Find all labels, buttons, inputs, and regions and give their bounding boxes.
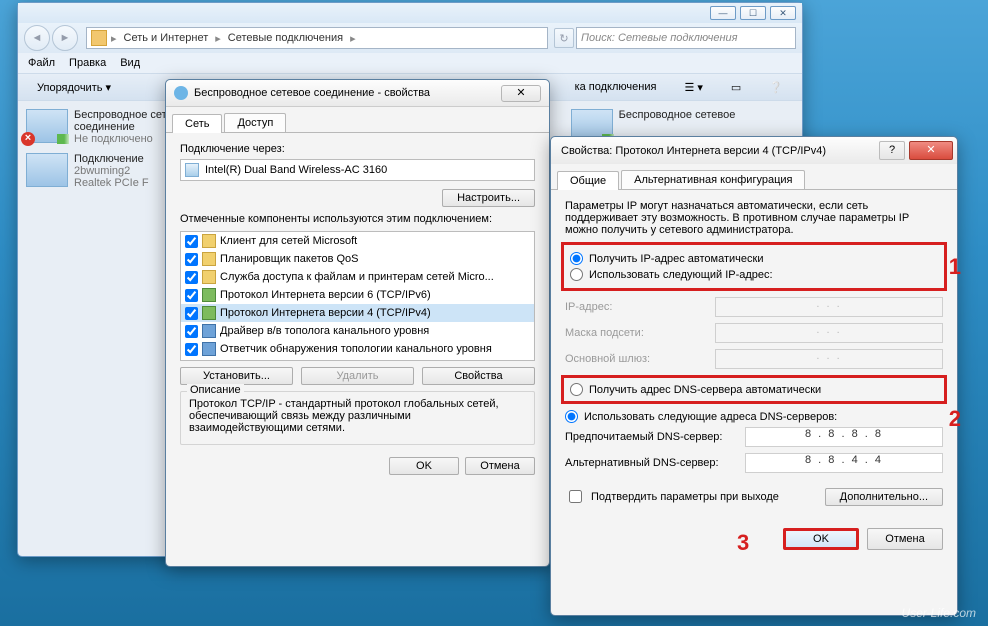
dialog-title: Свойства: Протокол Интернета версии 4 (T… — [561, 145, 826, 157]
folder-icon — [91, 30, 107, 46]
component-icon — [202, 270, 216, 284]
watermark: User-Life.com — [902, 606, 976, 620]
ok-button[interactable]: OK — [389, 457, 459, 475]
validate-checkbox[interactable]: Подтвердить параметры при выходе — [565, 487, 779, 506]
adapter-field: Intel(R) Dual Band Wireless-AC 3160 — [180, 159, 535, 181]
component-checkbox[interactable] — [185, 253, 198, 266]
component-label: Ответчик обнаружения топологии канальног… — [220, 343, 492, 355]
pref-dns-input[interactable]: 8 . 8 . 8 . 8 — [745, 427, 943, 447]
component-item[interactable]: Клиент для сетей Microsoft — [181, 232, 534, 250]
organize-button[interactable]: Упорядочить ▾ — [26, 77, 122, 98]
back-button[interactable]: ◄ — [24, 25, 50, 51]
component-checkbox[interactable] — [185, 325, 198, 338]
intro-text: Параметры IP могут назначаться автоматич… — [565, 200, 943, 236]
component-label: Протокол Интернета версии 4 (TCP/IPv4) — [220, 307, 431, 319]
help-icon[interactable]: ❔ — [758, 77, 794, 98]
ip-address-input: . . . — [715, 297, 943, 317]
menu-view[interactable]: Вид — [120, 57, 140, 69]
cancel-button[interactable]: Отмена — [465, 457, 535, 475]
help-button[interactable]: ? — [879, 141, 905, 160]
alt-dns-input[interactable]: 8 . 8 . 4 . 4 — [745, 453, 943, 473]
mask-input: . . . — [715, 323, 943, 343]
refresh-button[interactable]: ↻ — [554, 28, 574, 48]
preview-pane-button[interactable]: ▭ — [720, 77, 752, 98]
adapter-icon — [185, 163, 199, 177]
navigation-bar: ◄ ► ▸ Сеть и Интернет ▸ Сетевые подключе… — [18, 23, 802, 53]
close-button[interactable]: ✕ — [770, 6, 796, 20]
component-item[interactable]: Протокол Интернета версии 6 (TCP/IPv6) — [181, 286, 534, 304]
tab-alt-config[interactable]: Альтернативная конфигурация — [621, 170, 805, 189]
adapter-properties-dialog: Беспроводное сетевое соединение - свойст… — [165, 79, 550, 567]
component-item[interactable]: Планировщик пакетов QoS — [181, 250, 534, 268]
highlight-2: Получить адрес DNS-сервера автоматически — [561, 375, 947, 404]
annotation-3: 3 — [737, 530, 749, 556]
component-label: Клиент для сетей Microsoft — [220, 235, 357, 247]
ok-button[interactable]: OK — [783, 528, 859, 550]
cancel-button[interactable]: Отмена — [867, 528, 943, 550]
component-checkbox[interactable] — [185, 235, 198, 248]
component-item[interactable]: Протокол Интернета версии 4 (TCP/IPv4) — [181, 304, 534, 322]
wireless-icon — [26, 109, 68, 143]
component-checkbox[interactable] — [185, 271, 198, 284]
tabs: Сеть Доступ — [166, 107, 549, 133]
configure-button[interactable]: Настроить... — [442, 189, 535, 207]
ipv4-properties-dialog: Свойства: Протокол Интернета версии 4 (T… — [550, 136, 958, 616]
components-list[interactable]: Клиент для сетей Microsoft Планировщик па… — [180, 231, 535, 361]
dialog-icon — [174, 86, 188, 100]
lan-icon — [26, 153, 68, 187]
remove-button[interactable]: Удалить — [301, 367, 414, 385]
component-icon — [202, 324, 216, 338]
radio-auto-dns[interactable]: Получить адрес DNS-сервера автоматически — [570, 383, 938, 396]
dialog-title: Беспроводное сетевое соединение - свойст… — [194, 87, 430, 99]
install-button[interactable]: Установить... — [180, 367, 293, 385]
description-text: Протокол TCP/IP - стандартный протокол г… — [189, 398, 526, 434]
component-checkbox[interactable] — [185, 307, 198, 320]
component-icon — [202, 234, 216, 248]
component-label: Служба доступа к файлам и принтерам сете… — [220, 271, 494, 283]
tab-access[interactable]: Доступ — [224, 113, 286, 132]
tab-general[interactable]: Общие — [557, 171, 619, 190]
maximize-button[interactable]: ☐ — [740, 6, 766, 20]
view-icons-button[interactable]: ☰ ▾ — [673, 77, 713, 98]
radio-auto-ip[interactable]: Получить IP-адрес автоматически — [570, 252, 938, 265]
menubar: Файл Правка Вид — [18, 53, 802, 73]
radio-manual-dns[interactable]: Использовать следующие адреса DNS-сервер… — [565, 410, 943, 423]
close-button[interactable]: ✕ — [501, 85, 541, 102]
radio-manual-ip[interactable]: Использовать следующий IP-адрес: — [570, 268, 938, 281]
tab-network[interactable]: Сеть — [172, 114, 222, 133]
menu-file[interactable]: Файл — [28, 57, 55, 69]
component-checkbox[interactable] — [185, 289, 198, 302]
breadcrumb-item[interactable]: Сетевые подключения — [223, 32, 348, 44]
component-icon — [202, 252, 216, 266]
component-checkbox[interactable] — [185, 343, 198, 356]
breadcrumb[interactable]: ▸ Сеть и Интернет ▸ Сетевые подключения … — [86, 27, 548, 49]
component-icon — [202, 342, 216, 356]
connect-via-label: Подключение через: — [180, 143, 535, 155]
gateway-input: . . . — [715, 349, 943, 369]
component-item[interactable]: Служба доступа к файлам и принтерам сете… — [181, 268, 534, 286]
toolbar-right-label: ка подключения — [564, 77, 668, 97]
components-label: Отмеченные компоненты используются этим … — [180, 213, 535, 225]
minimize-button[interactable]: — — [710, 6, 736, 20]
component-label: Протокол Интернета версии 6 (TCP/IPv6) — [220, 289, 431, 301]
component-label: Драйвер в/в тополога канального уровня — [220, 325, 429, 337]
description-group: Описание Протокол TCP/IP - стандартный п… — [180, 391, 535, 445]
breadcrumb-item[interactable]: Сеть и Интернет — [119, 32, 214, 44]
explorer-titlebar: — ☐ ✕ — [18, 3, 802, 23]
highlight-1: Получить IP-адрес автоматически Использо… — [561, 242, 947, 291]
close-button[interactable]: ✕ — [909, 141, 953, 160]
annotation-1: 1 — [949, 254, 961, 280]
component-label: Планировщик пакетов QoS — [220, 253, 359, 265]
component-icon — [202, 288, 216, 302]
component-item[interactable]: Ответчик обнаружения топологии канальног… — [181, 340, 534, 358]
component-icon — [202, 306, 216, 320]
component-item[interactable]: Драйвер в/в тополога канального уровня — [181, 322, 534, 340]
forward-button[interactable]: ► — [52, 25, 78, 51]
properties-button[interactable]: Свойства — [422, 367, 535, 385]
menu-edit[interactable]: Правка — [69, 57, 106, 69]
annotation-2: 2 — [949, 406, 961, 432]
advanced-button[interactable]: Дополнительно... — [825, 488, 943, 506]
search-input[interactable]: Поиск: Сетевые подключения — [576, 27, 796, 49]
